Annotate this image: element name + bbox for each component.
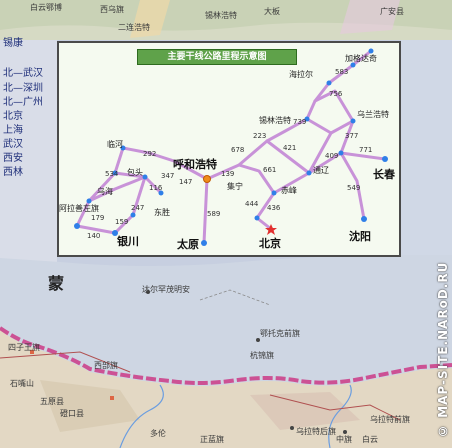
- distance-label: 159: [115, 218, 129, 226]
- top-label-1: 白云鄂博: [30, 3, 62, 12]
- bottom-label: 五原县: [40, 397, 64, 406]
- legend-route-4: 北京: [3, 111, 23, 122]
- distance-label: 409: [325, 152, 339, 160]
- legend-route-8: 西林: [3, 167, 23, 178]
- legend-route-2: 北—深圳: [3, 83, 43, 94]
- bottom-label: 中旗: [336, 435, 352, 444]
- city-linhe: 临河: [107, 140, 123, 149]
- region-label: 蒙: [48, 274, 65, 293]
- bottom-label: 白云: [362, 435, 378, 444]
- distance-label: 444: [245, 200, 259, 208]
- bottom-label: 正蓝旗: [200, 435, 224, 444]
- distance-label: 549: [347, 184, 361, 192]
- legend-route-1: 北—武汉: [3, 68, 43, 79]
- legend-route-3: 北—广州: [3, 97, 43, 108]
- distance-label: 421: [283, 144, 297, 152]
- distance-label: 756: [329, 90, 343, 98]
- distance-label: 436: [267, 204, 281, 212]
- distance-label: 534: [105, 170, 119, 178]
- city-baotou: 包头: [127, 168, 143, 177]
- distance-label: 739: [293, 118, 307, 126]
- city-shenyang: 沈阳: [349, 230, 371, 243]
- city-xilinhot: 锡林浩特: [259, 116, 291, 125]
- distance-label: 678: [231, 146, 245, 154]
- top-label-5: 大板: [264, 7, 280, 16]
- top-label-2: 西乌旗: [100, 5, 124, 14]
- city-dongsheng: 东胜: [154, 208, 170, 217]
- bottom-label: 乌拉特前旗: [370, 415, 410, 424]
- distance-label: 139: [221, 170, 235, 178]
- bottom-label: 乌拉特后旗: [296, 427, 336, 436]
- distance-label: 140: [87, 232, 101, 240]
- city-yinchuan: 银川: [117, 235, 139, 248]
- legend-left-cut-label: 锡康: [3, 38, 23, 49]
- distance-label: 771: [359, 146, 373, 154]
- legend-route-7: 西安: [3, 153, 23, 164]
- route-inset-map: 主要干线公路里程示意图 呼和浩特 北京 太原 银川 沈阳 长春 海拉尔 加格达奇…: [57, 41, 401, 257]
- bottom-label: 西部旗: [94, 361, 118, 370]
- distance-label: 116: [149, 184, 163, 192]
- city-beijing: 北京: [259, 237, 281, 250]
- city-jining: 集宁: [227, 182, 243, 191]
- bottom-label: 杭锦旗: [250, 351, 274, 360]
- distance-label: 583: [335, 68, 349, 76]
- distance-label: 292: [143, 150, 157, 158]
- legend-route-5: 上海: [3, 125, 23, 136]
- bottom-label: 多伦: [150, 429, 166, 438]
- bottom-label: 鄂托克前旗: [260, 329, 300, 338]
- city-chifeng: 赤峰: [281, 186, 297, 195]
- city-wuhai: 乌海: [97, 187, 113, 196]
- top-label-6: 广安县: [380, 7, 404, 16]
- top-label-3: 锡林浩特: [205, 11, 237, 20]
- watermark: © MAP-SITE.NARoD.RU: [436, 261, 450, 438]
- distance-label: 247: [131, 204, 145, 212]
- distance-label: 147: [179, 178, 193, 186]
- city-hohhot: 呼和浩特: [173, 158, 217, 171]
- bottom-label: 石嘴山: [10, 379, 34, 388]
- bottom-label: 达尔罕茂明安: [142, 285, 190, 294]
- bottom-label: 四子王旗: [8, 343, 40, 352]
- city-hailar: 海拉尔: [289, 70, 313, 79]
- distance-label: 347: [161, 172, 175, 180]
- distance-label: 589: [207, 210, 221, 218]
- city-alxa: 阿拉善左旗: [59, 204, 99, 213]
- distance-label: 223: [253, 132, 267, 140]
- top-label-4: 二连浩特: [118, 23, 150, 32]
- distance-label: 661: [263, 166, 277, 174]
- city-jiagedaqi: 加格达奇: [345, 54, 377, 63]
- distance-label: 377: [345, 132, 359, 140]
- city-ulanhot: 乌兰浩特: [357, 110, 389, 119]
- legend-route-6: 武汉: [3, 139, 23, 150]
- bottom-label: 磴口县: [60, 409, 84, 418]
- city-tongliao: 通辽: [313, 166, 329, 175]
- city-changchun: 长春: [373, 168, 395, 181]
- distance-label: 179: [91, 214, 105, 222]
- city-taiyuan: 太原: [177, 238, 199, 251]
